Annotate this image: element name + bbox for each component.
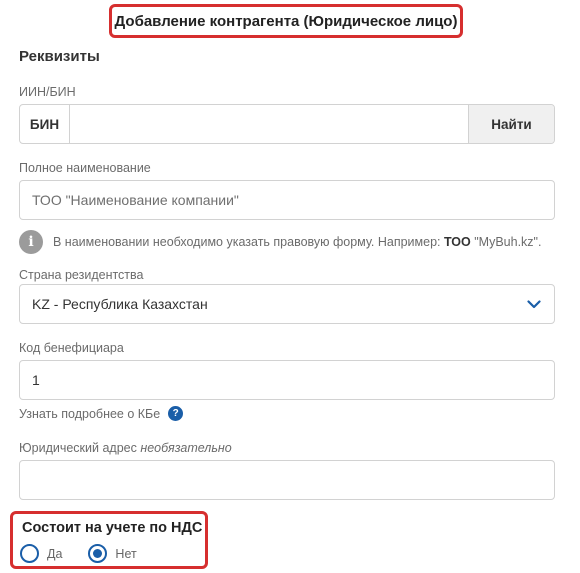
vat-radio-yes[interactable]: [20, 544, 39, 563]
country-selected-value: KZ - Республика Казахстан: [32, 296, 208, 312]
address-label: Юридический адрес необязательно: [19, 441, 232, 455]
page-title-text: Добавление контрагента (Юридическое лицо…: [114, 12, 458, 30]
vat-yes-label: Да: [47, 546, 63, 561]
page-title: Добавление контрагента (Юридическое лицо…: [109, 4, 463, 38]
kbe-info-link[interactable]: Узнать подробнее о КБе ?: [19, 406, 184, 421]
beneficiary-input[interactable]: 1: [19, 360, 555, 400]
vat-radio-no[interactable]: [88, 544, 108, 563]
country-select[interactable]: KZ - Республика Казахстан: [19, 284, 555, 324]
info-icon: i: [19, 230, 43, 254]
vat-no-label: Нет: [115, 546, 137, 561]
beneficiary-value: 1: [32, 372, 40, 388]
full-name-input[interactable]: [19, 180, 555, 220]
hint-text: В наименовании необходимо указать правов…: [53, 235, 542, 249]
iin-label: ИИН/БИН: [19, 85, 76, 99]
iin-input[interactable]: [70, 105, 468, 143]
section-title: Реквизиты: [19, 48, 100, 65]
kbe-link-text: Узнать подробнее о КБе: [19, 406, 161, 421]
address-input[interactable]: [19, 460, 555, 500]
beneficiary-label: Код бенефициара: [19, 341, 124, 355]
vat-radio-group: Да Нет: [20, 544, 137, 563]
name-hint: i В наименовании необходимо указать прав…: [19, 230, 541, 254]
vat-title: Состоит на учете по НДС: [22, 520, 203, 536]
question-icon[interactable]: ?: [168, 406, 184, 421]
iin-field-group: БИН Найти: [19, 104, 555, 144]
find-button[interactable]: Найти: [468, 105, 554, 143]
iin-prefix: БИН: [20, 105, 70, 143]
vat-section: Состоит на учете по НДС Да Нет: [10, 511, 208, 569]
radio-selected-dot: [93, 549, 103, 558]
country-label: Страна резидентства: [19, 268, 144, 282]
full-name-label: Полное наименование: [19, 161, 151, 175]
chevron-down-icon: [526, 296, 542, 312]
optional-hint: необязательно: [140, 441, 232, 455]
